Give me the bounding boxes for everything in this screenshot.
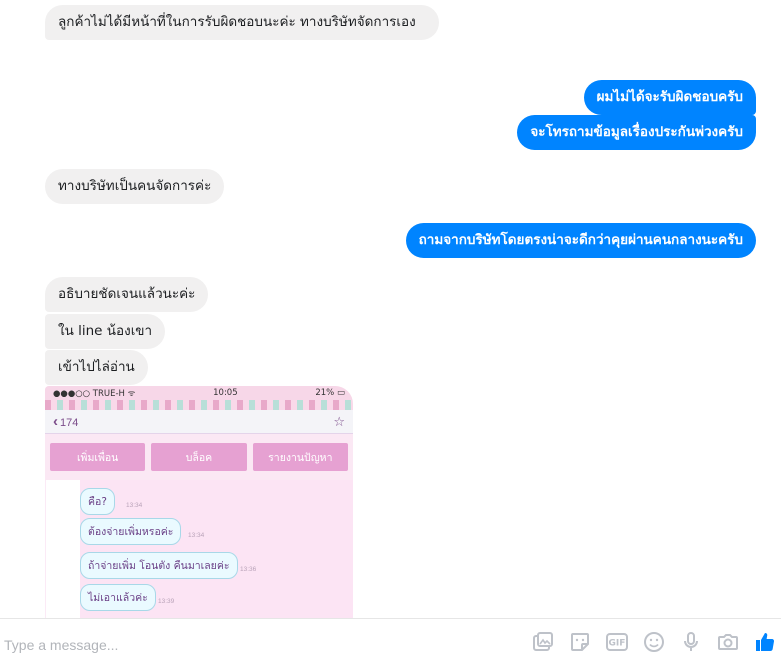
attachment-chat-time: 13:39: [158, 598, 175, 605]
image-attachment[interactable]: ●●●○○ TRUE-H ᯤ 10:05 21% ▭ ‹ 174 ☆ เพิ่มเ…: [45, 386, 353, 618]
like-icon[interactable]: [752, 629, 777, 654]
attachment-button: บล็อค: [151, 443, 247, 471]
svg-text:GIF: GIF: [608, 638, 625, 648]
message-composer: GIF: [0, 618, 781, 670]
message-incoming[interactable]: ใน line น้องเขา: [45, 314, 166, 349]
emoji-icon[interactable]: [641, 629, 666, 654]
composer-tools: GIF: [530, 629, 777, 654]
gif-icon[interactable]: GIF: [604, 629, 629, 654]
attachment-nav-bar: ‹ 174 ☆: [45, 410, 353, 434]
message-outgoing[interactable]: ผมไม่ได้จะรับผิดชอบครับ: [583, 80, 756, 115]
attachment-button: เพิ่มเพื่อน: [50, 443, 146, 471]
attachment-chat: คือ? 13:34 ต้องจ่ายเพิ่มหรอค่ะ 13:34 ถ้า…: [46, 480, 353, 618]
attachment-carrier: ●●●○○ TRUE-H ᯤ: [53, 388, 136, 399]
message-incoming[interactable]: ทางบริษัทเป็นคนจัดการค่ะ: [45, 169, 225, 204]
attachment-chat-time: 13:36: [240, 566, 257, 573]
attachment-decoration: [45, 400, 353, 410]
attachment-button: รายงานปัญหา: [252, 443, 348, 471]
message-incoming[interactable]: อธิบายชัดเจนแล้วนะค่ะ: [45, 277, 209, 312]
attachment-back-count: 174: [60, 417, 79, 429]
message-incoming[interactable]: ลูกค้าไม่ได้มีหน้าที่ในการรับผิดชอบนะค่ะ…: [45, 5, 439, 40]
attachment-chat-time: 13:34: [188, 532, 205, 539]
sticker-icon[interactable]: [567, 629, 592, 654]
attachment-status-bar: ●●●○○ TRUE-H ᯤ 10:05 21% ▭: [45, 386, 353, 400]
attachment-buttons: เพิ่มเพื่อน บล็อค รายงานปัญหา: [45, 434, 353, 480]
message-input[interactable]: [4, 629, 484, 660]
attachment-chat-message: ต้องจ่ายเพิ่มหรอค่ะ: [80, 518, 182, 545]
attachment-chat-time: 13:34: [126, 502, 143, 509]
attachment-chat-message: คือ?: [80, 488, 115, 515]
microphone-icon[interactable]: [678, 629, 703, 654]
attachment-back: ‹ 174: [53, 413, 79, 430]
message-outgoing[interactable]: ถามจากบริษัทโดยตรงน่าจะดีกว่าคุยผ่านคนกล…: [405, 223, 756, 258]
image-icon[interactable]: [530, 629, 555, 654]
attachment-time: 10:05: [213, 388, 238, 398]
attachment-star-icon: ☆: [333, 413, 345, 429]
attachment-chat-message: ไม่เอาแล้วค่ะ: [80, 584, 156, 611]
attachment-battery: 21% ▭: [315, 388, 345, 398]
attachment-chat-message: ถ้าจ่ายเพิ่ม โอนตัง คืนมาเลยค่ะ: [80, 552, 238, 579]
camera-icon[interactable]: [715, 629, 740, 654]
message-outgoing[interactable]: จะโทรถามข้อมูลเรื่องประกันพ่วงครับ: [517, 115, 756, 150]
message-thread: ลูกค้าไม่ได้มีหน้าที่ในการรับผิดชอบนะค่ะ…: [0, 0, 781, 618]
message-incoming[interactable]: เข้าไปไล่อ่าน: [45, 350, 148, 385]
